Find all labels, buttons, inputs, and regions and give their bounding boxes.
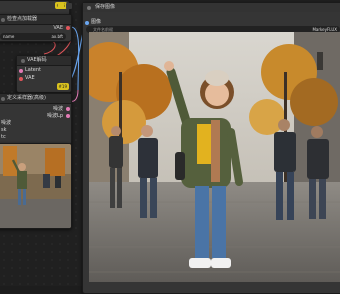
node-ksampler[interactable]: 定义采样器(高级) 噪波 噪波Lp 噪波 sk tc	[0, 93, 72, 145]
node-title: 检查点加载器	[7, 16, 38, 22]
collapse-dot[interactable]	[87, 5, 91, 10]
node-load-checkpoint[interactable]: 检查点加载器 VAE name ax.bft	[0, 14, 72, 42]
collapse-dot[interactable]	[1, 17, 5, 22]
ckpt-name-combo[interactable]: name ax.bft	[0, 33, 66, 40]
ksampler-right-2: 噪波Lp	[47, 113, 63, 119]
node-header[interactable]: VAE解码	[17, 56, 71, 66]
collapse-dot[interactable]	[1, 96, 5, 101]
preview-image	[0, 144, 71, 228]
output-vae-label: VAE	[53, 25, 63, 31]
node-header[interactable]: 检查点加载器	[0, 15, 71, 25]
street-photo	[89, 32, 340, 282]
node-vae-decode[interactable]: VAE解码 Latent VAE #19	[16, 55, 72, 93]
input-latent-label: Latent	[25, 67, 42, 73]
input-images-port[interactable]	[85, 21, 89, 25]
node-title: 保存图像	[95, 4, 116, 10]
ksampler-row-3: tc	[1, 134, 6, 140]
gear-icon[interactable]	[58, 3, 64, 9]
node-preview-thumbnail[interactable]	[0, 143, 72, 229]
node-title: 定义采样器(高级)	[7, 95, 46, 101]
ksampler-row-1: 噪波	[1, 120, 12, 126]
node-id-badge: #19	[56, 83, 69, 90]
menu-icon[interactable]	[66, 3, 72, 9]
output-port-2[interactable]	[66, 114, 70, 118]
ksampler-row-2: sk	[1, 127, 7, 133]
collapse-dot[interactable]	[21, 58, 25, 63]
ckpt-value: ax.bft	[51, 34, 63, 39]
node-title: VAE解码	[27, 57, 47, 63]
input-vae-port[interactable]	[19, 77, 23, 81]
input-images-label: 图像	[91, 19, 102, 25]
node-header[interactable]: 定义采样器(高级)	[0, 94, 71, 104]
ckpt-label: name	[3, 34, 15, 39]
generated-image-preview[interactable]	[89, 32, 340, 282]
ksampler-right-1: 噪波	[52, 106, 63, 112]
output-vae-port[interactable]	[66, 26, 70, 30]
input-vae-label: VAE	[25, 75, 35, 81]
output-port-1[interactable]	[66, 107, 70, 111]
input-latent-port[interactable]	[19, 69, 23, 73]
node-header[interactable]: 保存图像	[83, 3, 340, 12]
